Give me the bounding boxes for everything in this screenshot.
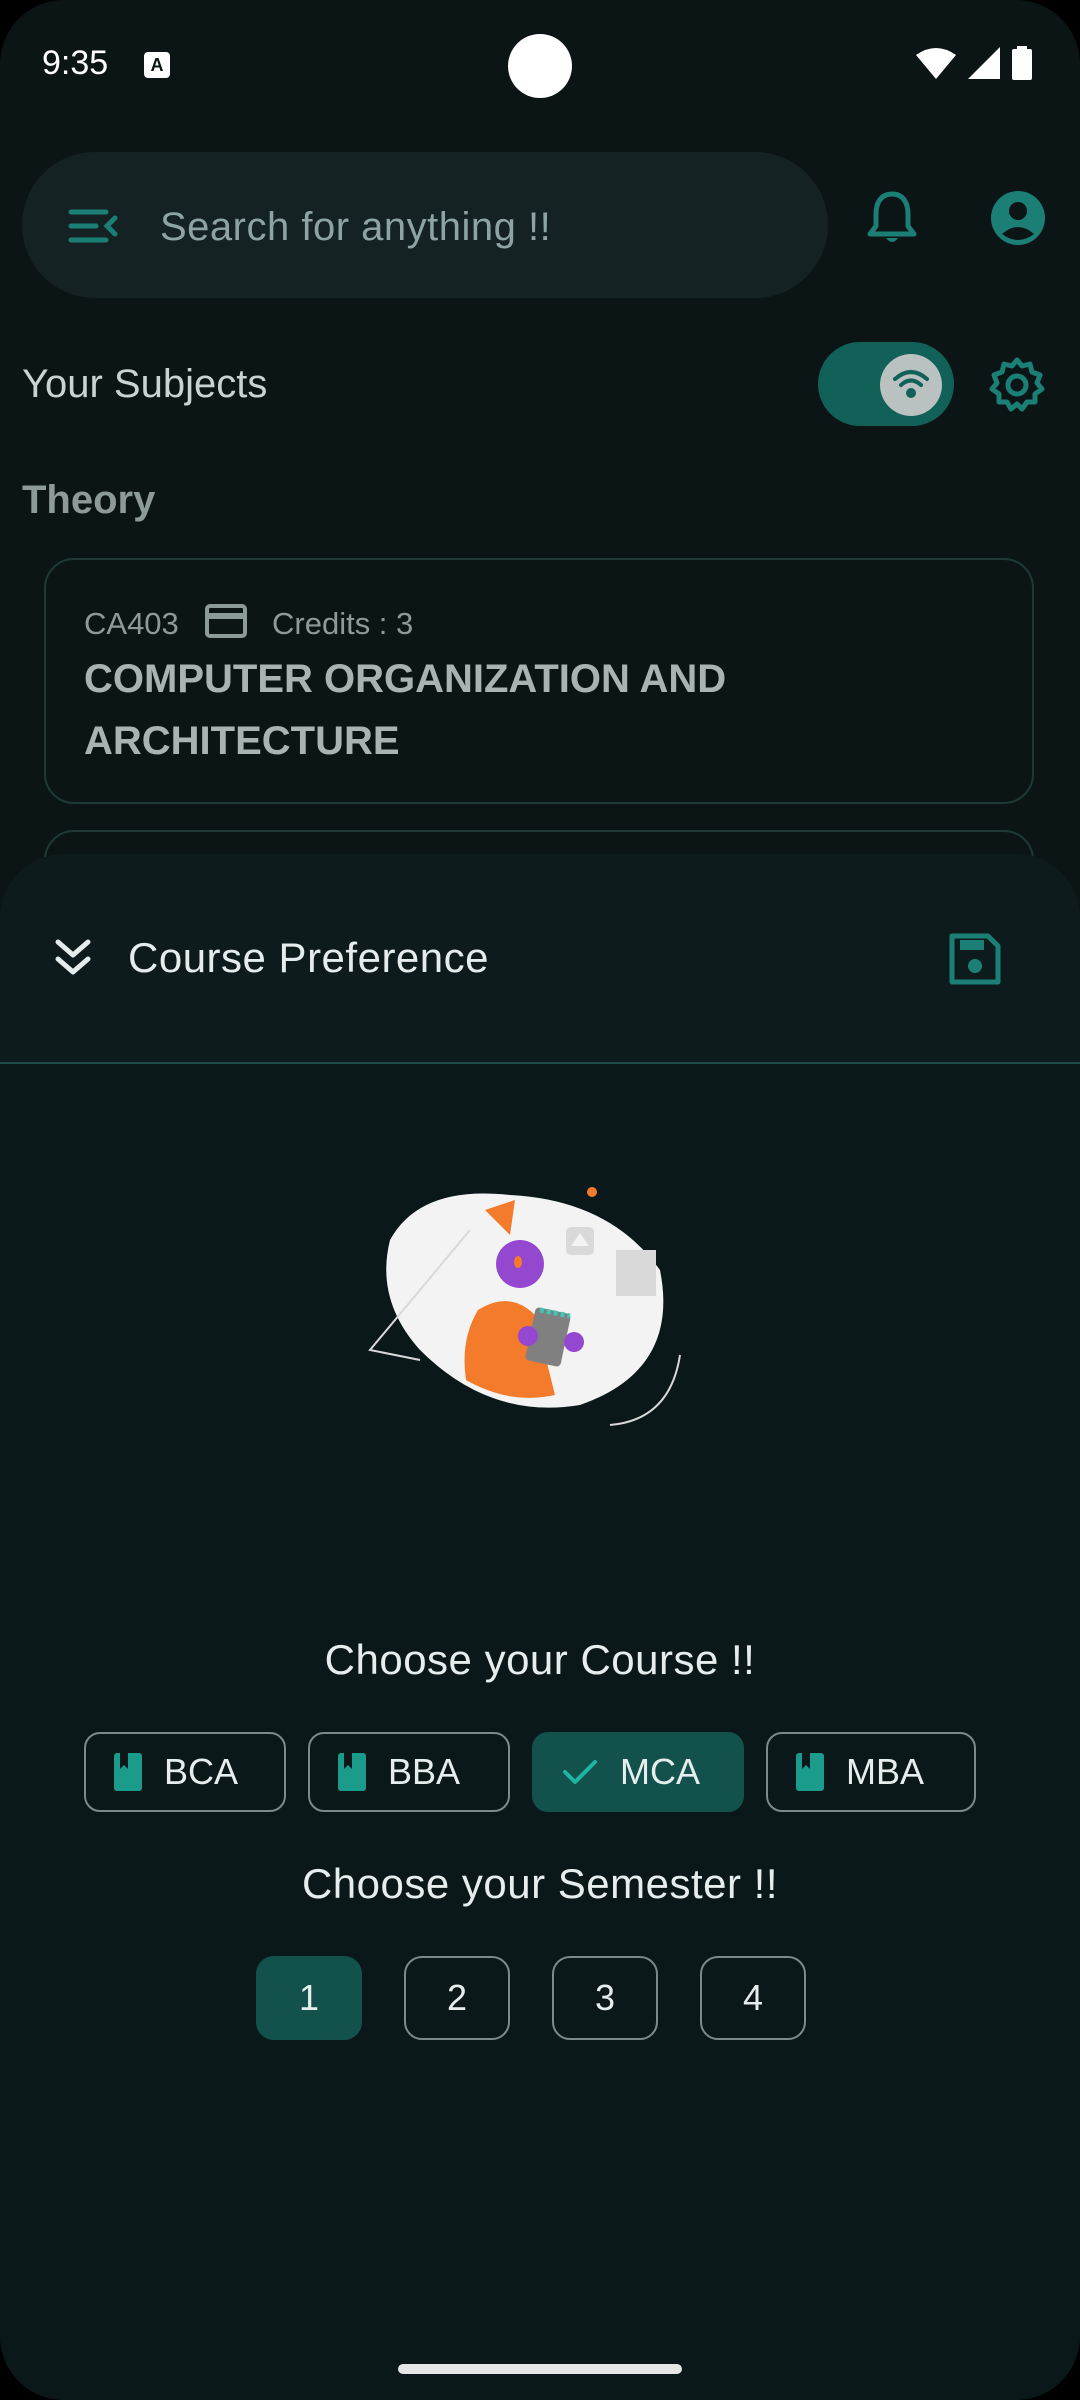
course-illustration: [368, 1187, 681, 1426]
gear-icon[interactable]: [988, 356, 1046, 414]
course-prompt: Choose your Course !!: [324, 1636, 756, 1683]
sheet-title: Course Preference: [128, 934, 490, 981]
home-indicator[interactable]: [398, 2364, 682, 2374]
book-icon: [796, 1753, 824, 1791]
save-icon[interactable]: [948, 932, 1002, 986]
section-title: Your Subjects: [22, 362, 268, 406]
course-chip-bca[interactable]: BCA: [84, 1732, 286, 1812]
semester-chip-4[interactable]: 4: [700, 1956, 806, 2040]
subject-credits: Credits : 3: [272, 606, 414, 641]
course-chip-mba[interactable]: MBA: [766, 1732, 976, 1812]
course-chip-mca[interactable]: MCA: [532, 1732, 744, 1812]
sheet-divider: [0, 1062, 1080, 1064]
account-circle-icon[interactable]: [990, 190, 1046, 246]
semester-chip-1[interactable]: 1: [256, 1956, 362, 2040]
battery-icon: [1012, 46, 1032, 80]
chip-label: MBA: [846, 1751, 925, 1792]
double-chevron-down-icon[interactable]: [54, 936, 92, 978]
chip-label: MCA: [620, 1751, 700, 1792]
semester-prompt: Choose your Semester !!: [301, 1860, 779, 1907]
bell-icon[interactable]: [866, 190, 918, 246]
wifi-icon: [893, 370, 929, 398]
semester-chip-group: 1 2 3 4: [256, 1956, 806, 2040]
book-icon: [338, 1753, 366, 1791]
subject-code: CA403: [84, 606, 179, 641]
chip-label: BBA: [388, 1751, 461, 1792]
notification-icon: A: [144, 52, 170, 78]
semester-chip-2[interactable]: 2: [404, 1956, 510, 2040]
semester-chip-3[interactable]: 3: [552, 1956, 658, 2040]
credit-card-icon: [205, 604, 247, 638]
course-chip-group: BCA BBA MCA MBA: [84, 1732, 976, 1812]
status-icons: [916, 46, 1032, 80]
status-time: 9:35: [42, 44, 109, 82]
book-icon: [114, 1753, 142, 1791]
cell-signal-icon: [968, 47, 1000, 79]
camera-cutout: [508, 34, 572, 98]
course-chip-bba[interactable]: BBA: [308, 1732, 510, 1812]
subject-title: COMPUTER ORGANIZATION AND ARCHITECTURE: [84, 657, 727, 763]
check-icon: [563, 1760, 597, 1784]
app-screen: 9:35 A Search for anything !! Your Subje…: [0, 0, 1080, 2400]
group-label-theory: Theory: [22, 478, 156, 522]
chip-label: BCA: [164, 1751, 239, 1792]
menu-open-icon[interactable]: [68, 208, 118, 244]
wifi-signal-icon: [916, 48, 956, 79]
search-input[interactable]: Search for anything !!: [160, 205, 551, 250]
